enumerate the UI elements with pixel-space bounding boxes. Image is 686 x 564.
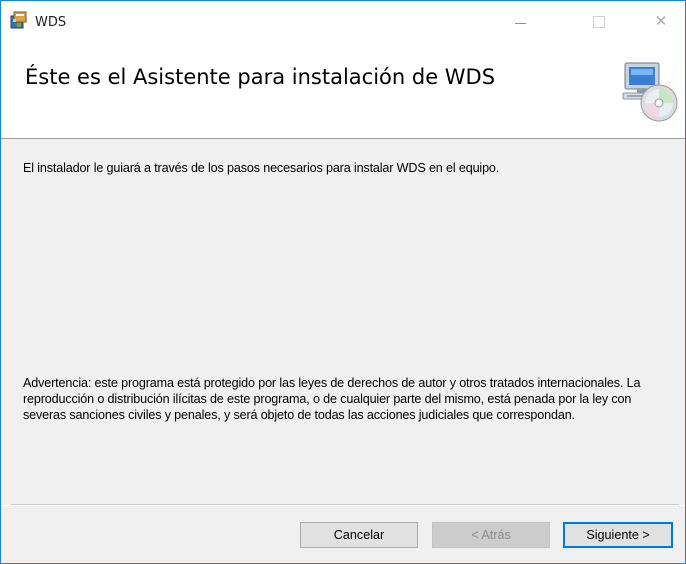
- minimize-icon: [515, 23, 526, 24]
- computer-cd-icon: [615, 59, 681, 125]
- title-bar[interactable]: WDS ✕: [1, 1, 685, 41]
- maximize-button[interactable]: [579, 11, 619, 33]
- wizard-footer: Cancelar < Atrás Siguiente >: [1, 506, 685, 563]
- back-button[interactable]: < Atrás: [432, 522, 550, 548]
- cancel-button[interactable]: Cancelar: [300, 522, 418, 548]
- close-icon: ✕: [654, 13, 668, 30]
- maximize-icon: [593, 16, 605, 28]
- wizard-body: El instalador le guiará a través de los …: [1, 139, 685, 505]
- close-button[interactable]: ✕: [641, 11, 681, 33]
- intro-text: El instalador le guiará a través de los …: [23, 161, 500, 175]
- page-title: Éste es el Asistente para instalación de…: [25, 65, 496, 89]
- minimize-button[interactable]: [501, 11, 541, 33]
- installer-package-icon: [9, 10, 29, 30]
- copyright-warning: Advertencia: este programa está protegid…: [23, 376, 641, 422]
- installer-window: WDS ✕ Éste es el Asistente para instalac…: [0, 0, 686, 564]
- wizard-header: Éste es el Asistente para instalación de…: [1, 41, 685, 139]
- window-title: WDS: [35, 15, 67, 30]
- next-button[interactable]: Siguiente >: [563, 522, 673, 548]
